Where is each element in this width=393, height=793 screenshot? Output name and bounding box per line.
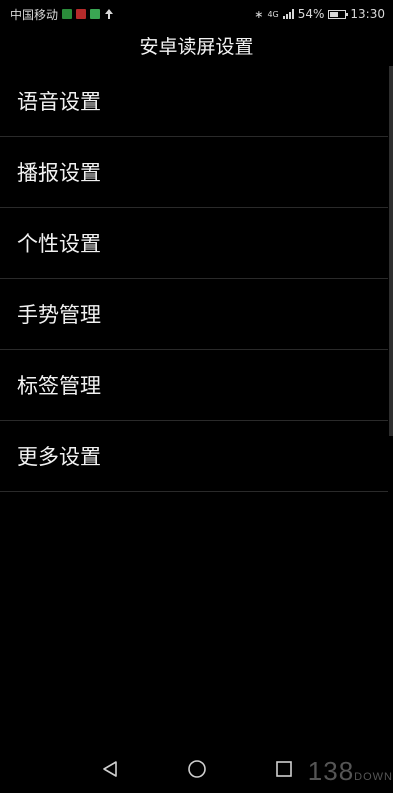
home-button[interactable] — [153, 745, 240, 793]
back-button[interactable] — [66, 745, 153, 793]
network-type-label: 4G — [267, 9, 279, 19]
wechat-notification-icon — [62, 9, 73, 19]
bluetooth-icon: ∗ — [254, 7, 264, 21]
settings-menu: 语音设置 播报设置 个性设置 手势管理 标签管理 更多设置 — [0, 66, 388, 492]
menu-item-more-settings[interactable]: 更多设置 — [0, 421, 388, 492]
home-circle-icon — [187, 760, 206, 778]
app-notification-icon — [76, 9, 87, 19]
menu-item-label: 个性设置 — [17, 232, 101, 256]
carrier-label: 中国移动 — [10, 7, 59, 22]
menu-item-label: 标签管理 — [17, 374, 101, 398]
menu-item-label: 手势管理 — [17, 303, 101, 327]
status-bar: 中国移动 ∗ 4G 54% 13:30 — [0, 0, 393, 28]
app-notification-icon-2 — [90, 9, 101, 19]
watermark-suffix: DOWN — [354, 771, 393, 783]
status-right: ∗ 4G 54% 13:30 — [254, 7, 385, 21]
battery-level-fill — [330, 11, 338, 17]
status-left: 中国移动 — [10, 6, 114, 23]
battery-icon — [328, 9, 349, 19]
upload-icon — [104, 9, 114, 19]
menu-item-label: 语音设置 — [17, 90, 101, 114]
battery-percent: 54% — [297, 7, 325, 21]
signal-icon — [282, 9, 294, 19]
status-time: 13:30 — [350, 7, 385, 21]
menu-item-tag-management[interactable]: 标签管理 — [0, 350, 388, 421]
back-triangle-icon — [102, 761, 117, 777]
site-watermark: 138DOWN — [308, 756, 393, 787]
watermark-text: 138 — [307, 756, 355, 786]
menu-item-label: 更多设置 — [17, 445, 101, 469]
page-title: 安卓读屏设置 — [139, 36, 254, 58]
menu-item-label: 播报设置 — [17, 161, 101, 185]
recents-square-icon — [275, 761, 292, 777]
menu-item-personal-settings[interactable]: 个性设置 — [0, 208, 388, 279]
menu-item-gesture-management[interactable]: 手势管理 — [0, 279, 388, 350]
scrollbar[interactable] — [389, 66, 393, 436]
menu-item-broadcast-settings[interactable]: 播报设置 — [0, 137, 388, 208]
menu-item-voice-settings[interactable]: 语音设置 — [0, 66, 388, 137]
